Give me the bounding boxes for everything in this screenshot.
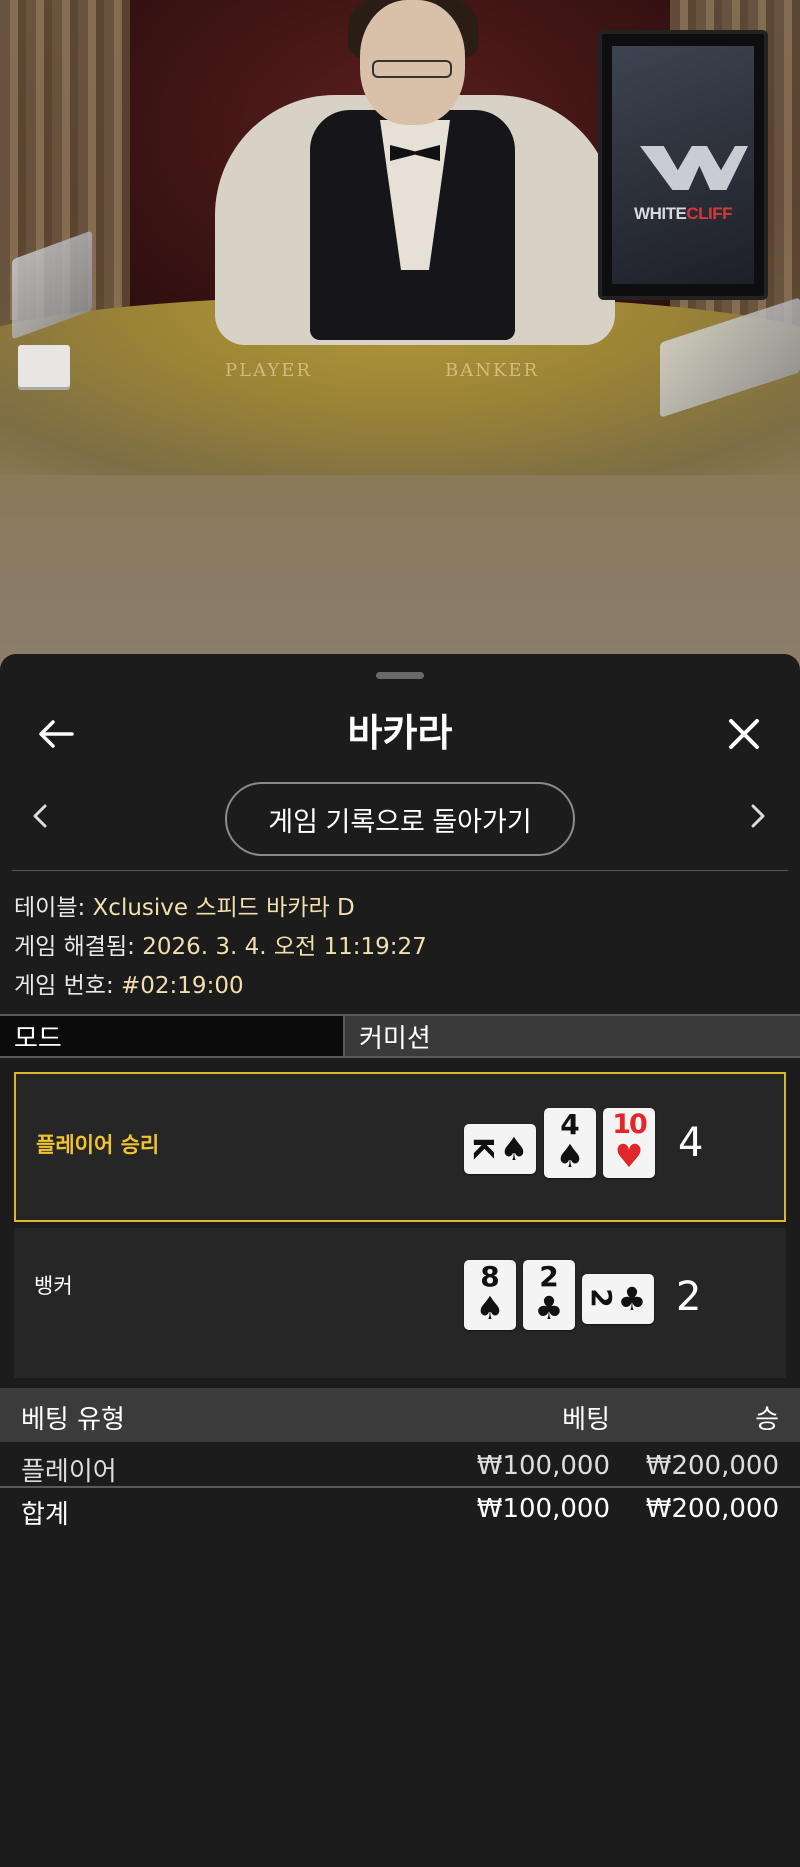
heart-icon: ♥ — [614, 1137, 644, 1175]
whitecliff-logo-text: WHITECLIFF — [634, 204, 732, 223]
close-icon — [729, 719, 759, 749]
game-number-value: #02:19:00 — [121, 973, 244, 999]
playing-card: 2 ♣ — [523, 1260, 575, 1330]
back-button[interactable] — [28, 706, 84, 762]
total-bet: ₩100,000 — [476, 1494, 610, 1524]
info-tabs: 모드 커미션 — [0, 1014, 800, 1058]
spade-icon: ♠ — [499, 1130, 529, 1168]
tab-mode[interactable]: 모드 — [0, 1016, 345, 1056]
total-row: 합계 ₩100,000 ₩200,000 — [0, 1486, 800, 1530]
tab-commission[interactable]: 커미션 — [345, 1016, 800, 1056]
felt-banker-text: BANKER — [445, 360, 540, 381]
club-icon: ♣ — [534, 1289, 564, 1327]
prev-game-button[interactable] — [20, 796, 60, 836]
bet-type-cell: 플레이어 — [21, 1457, 117, 1487]
resolved-label: 게임 해결됨: — [14, 934, 135, 960]
playing-card: 4 ♠ — [544, 1108, 596, 1178]
next-game-button[interactable] — [738, 796, 778, 836]
brand-monitor: WHITECLIFF — [598, 30, 768, 300]
live-video-background: PLAYER BANKER WHITECLIFF — [0, 0, 800, 690]
playing-card: 8 ♠ — [464, 1260, 516, 1330]
player-hand-label: 플레이어 승리 — [36, 1133, 160, 1157]
return-to-history-button[interactable]: 게임 기록으로 돌아가기 — [225, 782, 575, 856]
dealer-glasses — [372, 60, 452, 78]
divider — [12, 870, 788, 871]
win-amount-cell: ₩200,000 — [645, 1451, 779, 1481]
playing-card: K ♠ — [464, 1124, 536, 1174]
arrow-left-icon — [39, 720, 74, 748]
banker-hand-label: 뱅커 — [34, 1274, 73, 1298]
resolved-info: 게임 해결됨: 2026. 3. 4. 오전 11:19:27 — [14, 927, 427, 961]
game-number-label: 게임 번호: — [14, 973, 114, 999]
game-history-sheet: 바카라 게임 기록으로 돌아가기 테이블: Xclusive 스피드 바카라 D… — [0, 654, 800, 1867]
table-value: Xclusive 스피드 바카라 D — [92, 895, 355, 921]
resolved-value: 2026. 3. 4. 오전 11:19:27 — [142, 934, 427, 960]
whitecliff-logo-icon — [640, 146, 748, 190]
total-win: ₩200,000 — [645, 1494, 779, 1524]
table-row: 플레이어 ₩100,000 ₩200,000 — [0, 1443, 800, 1487]
banker-hand-total: 2 — [676, 1274, 702, 1320]
bet-amount-cell: ₩100,000 — [476, 1451, 610, 1481]
bets-table-header: 베팅 유형 베팅 승 — [0, 1388, 800, 1442]
total-label: 합계 — [21, 1500, 69, 1530]
sheet-drag-handle[interactable] — [376, 672, 424, 679]
spade-icon: ♠ — [555, 1137, 585, 1175]
player-hand: 플레이어 승리 K ♠ 4 ♠ 10 ♥ 4 — [14, 1072, 786, 1222]
chevron-right-icon — [751, 804, 765, 828]
playing-card: 10 ♥ — [603, 1108, 655, 1178]
banker-hand: 뱅커 8 ♠ 2 ♣ 2 ♣ 2 — [14, 1228, 786, 1378]
chevron-left-icon — [33, 804, 47, 828]
playing-card: 2 ♣ — [582, 1274, 654, 1324]
table-info: 테이블: Xclusive 스피드 바카라 D — [14, 888, 355, 922]
header-bet-type: 베팅 유형 — [21, 1405, 125, 1435]
game-number-info: 게임 번호: #02:19:00 — [14, 966, 244, 1000]
card-deck — [18, 345, 70, 387]
club-icon: ♣ — [617, 1280, 647, 1318]
felt-player-text: PLAYER — [225, 360, 312, 381]
player-hand-total: 4 — [678, 1120, 704, 1166]
header-bet: 베팅 — [562, 1405, 610, 1435]
page-title: 바카라 — [347, 711, 453, 755]
close-button[interactable] — [716, 706, 772, 762]
monitor-screen: WHITECLIFF — [612, 46, 754, 284]
table-label: 테이블: — [14, 895, 86, 921]
header-win: 승 — [755, 1405, 779, 1435]
spade-icon: ♠ — [475, 1289, 505, 1327]
